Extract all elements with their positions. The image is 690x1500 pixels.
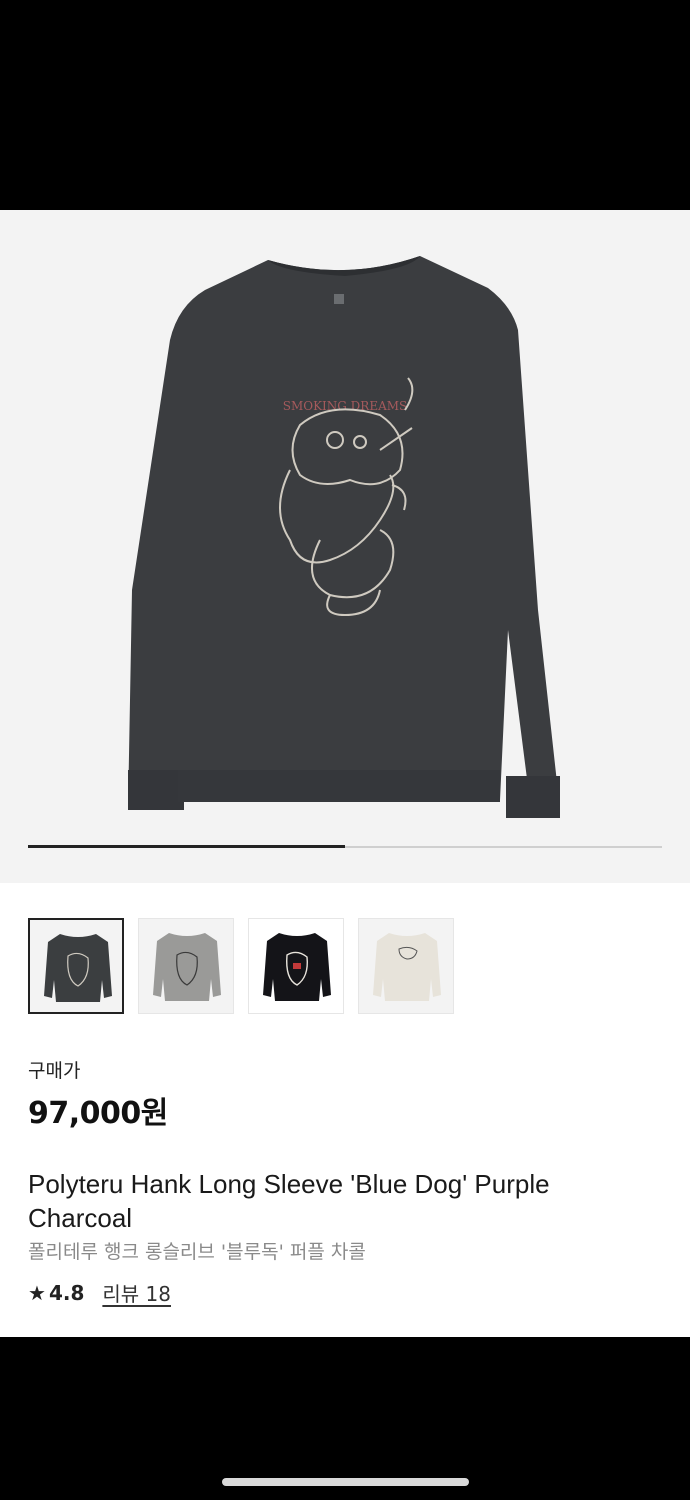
star-icon: ★ <box>28 1280 46 1305</box>
thumbnail-ivory[interactable] <box>358 918 454 1014</box>
product-main-image: SMOKING DREAMS <box>128 256 560 818</box>
bottom-black-bar <box>0 1337 690 1500</box>
home-indicator[interactable] <box>222 1478 469 1486</box>
print-text: SMOKING DREAMS <box>283 399 408 413</box>
carousel-progress-fill <box>28 845 345 848</box>
thumbnail-gray[interactable] <box>138 918 234 1014</box>
color-thumbnails <box>28 918 454 1014</box>
product-name-korean: 폴리테루 행크 롱슬리브 '블루독' 퍼플 차콜 <box>28 1241 366 1263</box>
review-link[interactable]: 리뷰 18 <box>102 1278 171 1307</box>
price-label: 구매가 <box>28 1060 81 1082</box>
rating-value: 4.8 <box>48 1280 85 1305</box>
thumbnail-charcoal[interactable] <box>28 918 124 1014</box>
top-black-bar <box>0 0 690 210</box>
product-info-panel: 구매가 97,000원 Polyteru Hank Long Sleeve 'B… <box>0 883 690 1337</box>
thumbnail-black[interactable] <box>248 918 344 1014</box>
product-name-english: Polyteru Hank Long Sleeve 'Blue Dog' Pur… <box>28 1169 550 1233</box>
rating-row: ★ 4.8 리뷰 18 <box>28 1278 171 1307</box>
carousel-progress-track <box>28 845 662 848</box>
product-image-carousel[interactable]: SMOKING DREAMS <box>0 210 690 883</box>
price-value: 97,000원 <box>28 1096 168 1131</box>
